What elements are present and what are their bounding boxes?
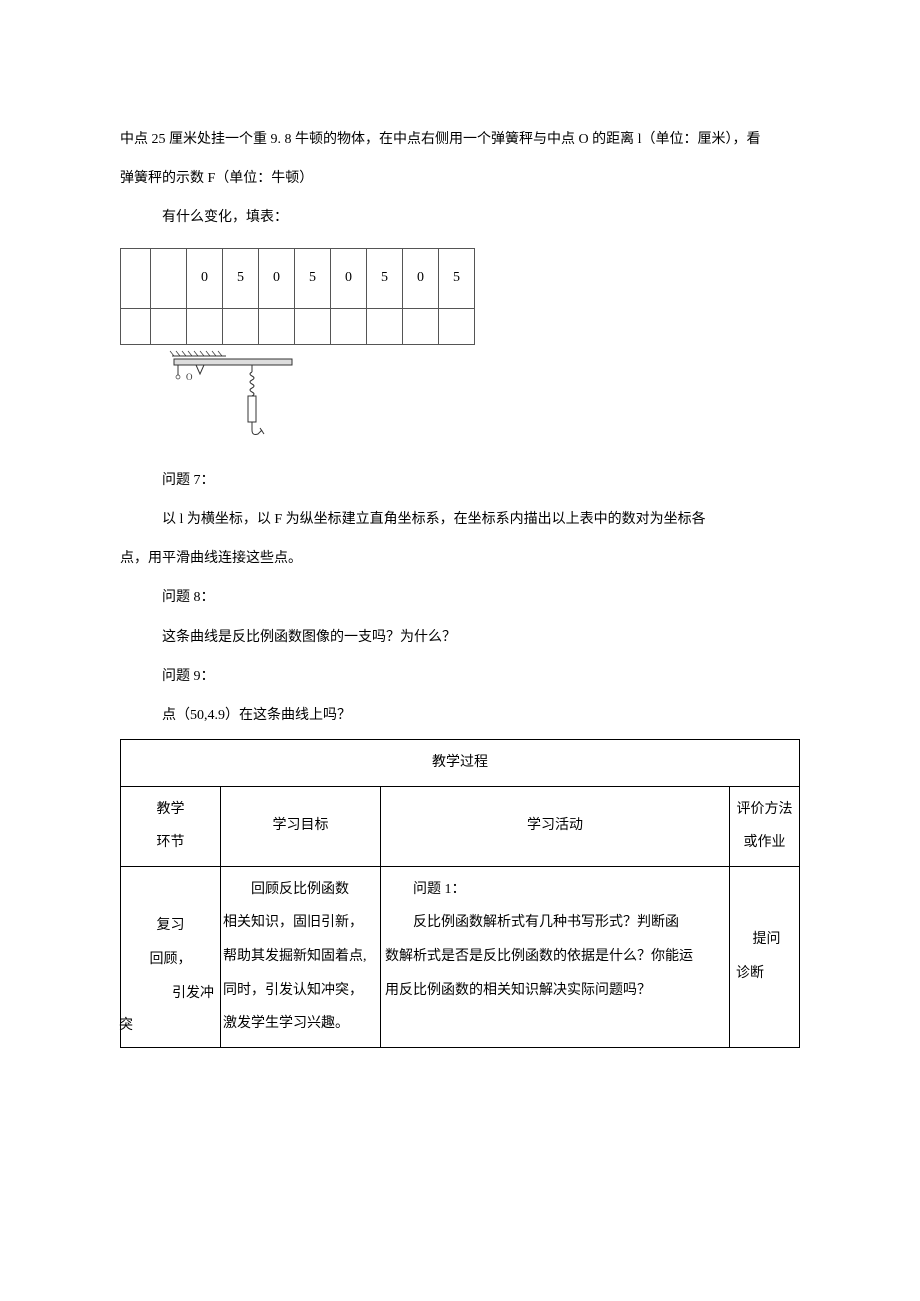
header-col1: 教学 环节 bbox=[121, 786, 221, 866]
table-title: 教学过程 bbox=[121, 740, 800, 787]
col3-b: 数解析式是否是反比例函数的依据是什么？你能运 bbox=[385, 940, 725, 974]
cell bbox=[259, 308, 295, 344]
cell: 0 bbox=[187, 248, 223, 308]
cell bbox=[295, 308, 331, 344]
cell bbox=[187, 308, 223, 344]
col3-title: 问题 1： bbox=[385, 873, 725, 907]
col2-c: 帮助其发掘新知固着点, bbox=[223, 940, 378, 974]
col2-b: 相关知识，固旧引新， bbox=[223, 906, 378, 940]
question-7-title: 问题 7： bbox=[120, 461, 800, 500]
header-col4: 评价方法 或作业 bbox=[730, 786, 800, 866]
col2-a: 回顾反比例函数 bbox=[223, 873, 378, 907]
cell: 5 bbox=[367, 248, 403, 308]
col1-b: 回顾， bbox=[123, 943, 218, 977]
table-header-row: 教学 环节 学习目标 学习活动 评价方法 或作业 bbox=[121, 786, 800, 866]
col2-d: 同时，引发认知冲突， bbox=[223, 974, 378, 1008]
col4-l1: 提问 bbox=[736, 923, 797, 957]
question-8-title: 问题 8： bbox=[120, 578, 800, 617]
cell: 5 bbox=[295, 248, 331, 308]
cell bbox=[403, 308, 439, 344]
cell bbox=[151, 308, 187, 344]
cell: 0 bbox=[403, 248, 439, 308]
cell: 0 bbox=[259, 248, 295, 308]
col1-c: 引发冲 bbox=[123, 977, 218, 1011]
header-col4-l1: 评价方法 bbox=[732, 793, 797, 827]
row1-col1: 复习 回顾， 引发冲 突 bbox=[121, 866, 221, 1047]
col3-a: 反比例函数解析式有几种书写形式？判断函 bbox=[385, 906, 725, 940]
intro-line3: 有什么变化，填表： bbox=[120, 198, 800, 237]
question-9-title: 问题 9： bbox=[120, 657, 800, 696]
header-col1-l1: 教学 bbox=[123, 793, 218, 827]
header-col1-l2: 环节 bbox=[123, 826, 218, 860]
row1-col3: 问题 1： 反比例函数解析式有几种书写形式？判断函 数解析式是否是反比例函数的依… bbox=[381, 866, 730, 1047]
table-row bbox=[121, 308, 475, 344]
table-title-row: 教学过程 bbox=[121, 740, 800, 787]
svg-text:O: O bbox=[186, 372, 193, 382]
cell: 5 bbox=[439, 248, 475, 308]
question-8-text: 这条曲线是反比例函数图像的一支吗？为什么？ bbox=[120, 618, 800, 657]
col2-e: 激发学生学习兴趣。 bbox=[223, 1007, 378, 1041]
data-table: 0 5 0 5 0 5 0 5 bbox=[120, 248, 475, 345]
header-col4-l2: 或作业 bbox=[732, 826, 797, 860]
teaching-process-table: 教学过程 教学 环节 学习目标 学习活动 评价方法 或作业 复习 回顾， 引发冲… bbox=[120, 739, 800, 1048]
col3-c: 用反比例函数的相关知识解决实际问题吗？ bbox=[385, 974, 725, 1008]
balance-diagram: O bbox=[168, 350, 800, 461]
intro-line2: 弹簧秤的示数 F（单位：牛顿） bbox=[120, 159, 800, 198]
cell bbox=[439, 308, 475, 344]
table-row: 复习 回顾， 引发冲 突 回顾反比例函数 相关知识，固旧引新， 帮助其发掘新知固… bbox=[121, 866, 800, 1047]
col4-l2: 诊断 bbox=[736, 957, 797, 991]
col1-d: 突 bbox=[119, 1009, 133, 1043]
question-9-text: 点（50,4.9）在这条曲线上吗？ bbox=[120, 696, 800, 735]
cell bbox=[223, 308, 259, 344]
header-col2: 学习目标 bbox=[221, 786, 381, 866]
row1-col2: 回顾反比例函数 相关知识，固旧引新， 帮助其发掘新知固着点, 同时，引发认知冲突… bbox=[221, 866, 381, 1047]
row1-col4: 提问 诊断 bbox=[730, 866, 800, 1047]
question-7-line1: 以 l 为横坐标，以 F 为纵坐标建立直角坐标系，在坐标系内描出以上表中的数对为… bbox=[120, 500, 800, 539]
cell: 0 bbox=[331, 248, 367, 308]
col1-a: 复习 bbox=[123, 909, 218, 943]
header-col3: 学习活动 bbox=[381, 786, 730, 866]
cell bbox=[121, 248, 151, 308]
cell bbox=[331, 308, 367, 344]
question-7-line2: 点，用平滑曲线连接这些点。 bbox=[120, 539, 800, 578]
cell bbox=[367, 308, 403, 344]
intro-line1: 中点 25 厘米处挂一个重 9. 8 牛顿的物体，在中点右侧用一个弹簧秤与中点 … bbox=[120, 120, 800, 159]
cell: 5 bbox=[223, 248, 259, 308]
cell bbox=[121, 308, 151, 344]
table-row: 0 5 0 5 0 5 0 5 bbox=[121, 248, 475, 308]
cell bbox=[151, 248, 187, 308]
